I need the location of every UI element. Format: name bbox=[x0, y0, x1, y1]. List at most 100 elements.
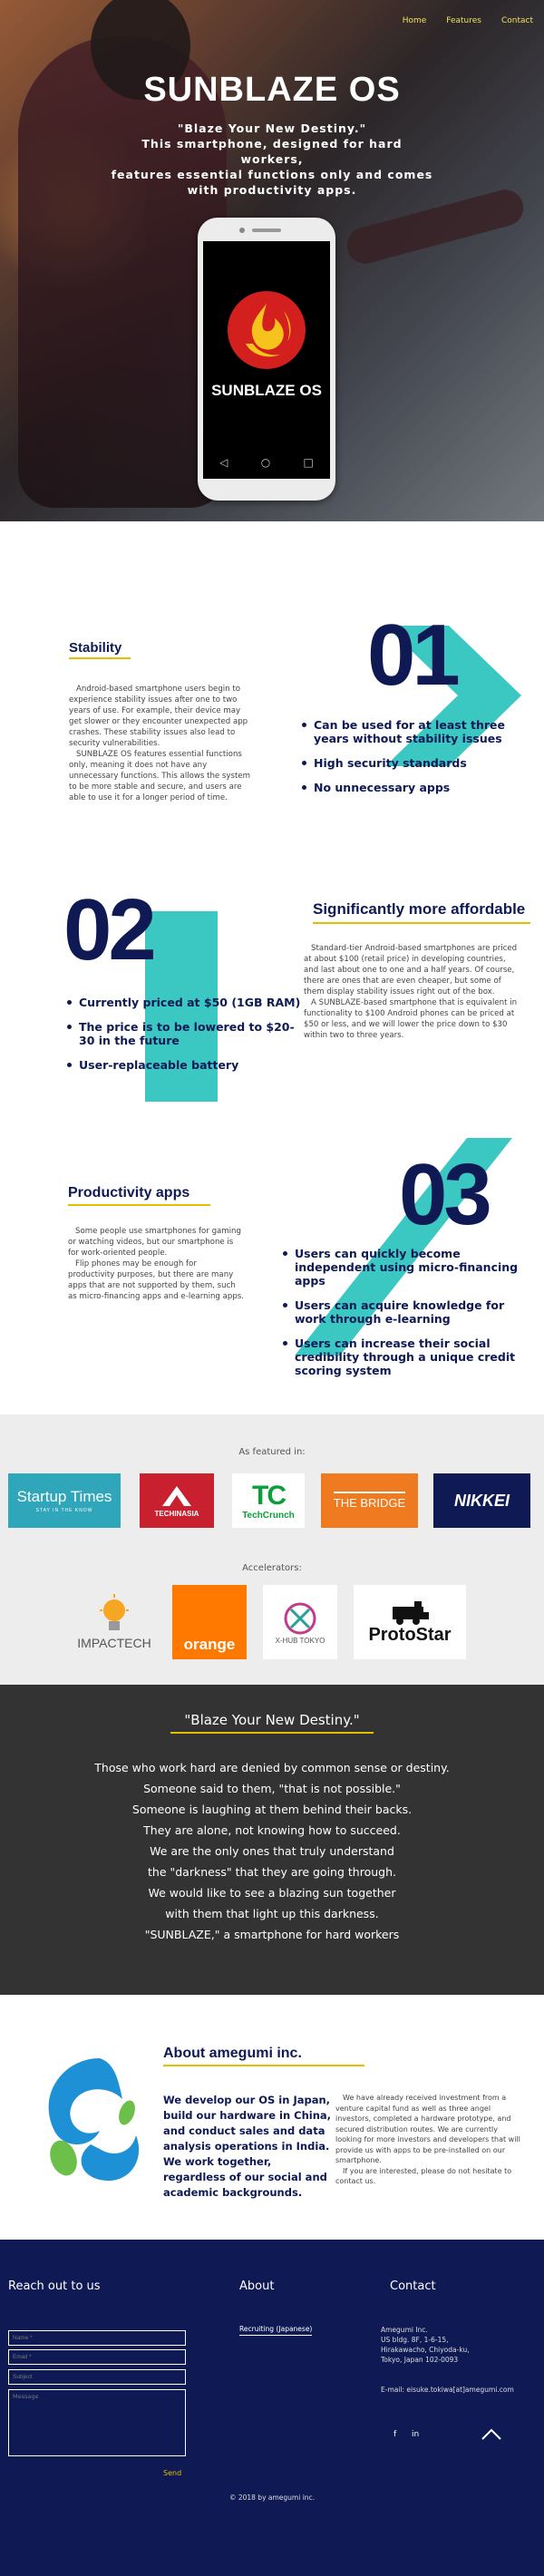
page: Home Features Contact SUNBLAZE OS "Blaze… bbox=[0, 0, 544, 2576]
subject-input[interactable] bbox=[8, 2369, 186, 2385]
phone-camera bbox=[239, 228, 245, 233]
message-textarea[interactable] bbox=[8, 2389, 186, 2456]
back-icon: ◁ bbox=[219, 456, 228, 469]
contact-email[interactable]: E-mail: eisuke.tokiwa[at]amegumi.com bbox=[381, 2385, 514, 2395]
list-item: No unnecessary apps bbox=[302, 781, 520, 794]
list-item: Users can quickly become independent usi… bbox=[283, 1247, 528, 1288]
address-line: Hirakawacho, Chiyoda-ku, bbox=[381, 2346, 470, 2354]
techinasia-mark-icon bbox=[162, 1485, 191, 1506]
affordable-section: 02 Significantly more affordable Standar… bbox=[0, 843, 544, 1102]
nav-features[interactable]: Features bbox=[446, 16, 481, 25]
stability-section: 01 Stability Android-based smartphone us… bbox=[0, 521, 544, 821]
feature-list: Can be used for at least three years wit… bbox=[302, 718, 520, 805]
impactech-logo[interactable]: IMPACTECH bbox=[69, 1585, 160, 1659]
reach-out-title: Reach out to us bbox=[8, 2280, 101, 2293]
section-title: Stability bbox=[69, 640, 122, 656]
name-input[interactable] bbox=[8, 2330, 186, 2346]
poem-line: the "darkness" that they are going throu… bbox=[148, 1865, 396, 1879]
list-item: Users can increase their social credibil… bbox=[283, 1337, 528, 1377]
about-summary: We develop our OS in Japan, build our ha… bbox=[163, 2094, 332, 2199]
tc-mark-icon: TC bbox=[252, 1480, 287, 1511]
list-item: Currently priced at $50 (1GB RAM) bbox=[67, 996, 303, 1009]
paragraph: Standard-tier Android-based smartphones … bbox=[304, 944, 518, 996]
about-section: About amegumi inc. We develop our OS in … bbox=[0, 1995, 544, 2240]
send-button[interactable]: Send bbox=[163, 2469, 181, 2477]
recruiting-link[interactable]: Recruiting (Japanese) bbox=[239, 2325, 313, 2336]
title-underline bbox=[68, 1204, 210, 1206]
copyright: © 2018 by amegumi inc. bbox=[228, 2493, 316, 2502]
train-icon bbox=[393, 1600, 429, 1625]
poem-line: Those who work hard are denied by common… bbox=[94, 1761, 450, 1774]
section-body: Standard-tier Android-based smartphones … bbox=[304, 943, 521, 1041]
poem-line: We are the only ones that truly understa… bbox=[150, 1844, 394, 1858]
featured-section: As featured in: Startup Times STAY IN TH… bbox=[0, 1414, 544, 1685]
title-underline bbox=[69, 657, 131, 659]
list-item: Users can acquire knowledge for work thr… bbox=[283, 1298, 528, 1326]
section-body: Android-based smartphone users begin to … bbox=[69, 684, 250, 803]
hero-line: with productivity apps. bbox=[187, 183, 357, 197]
amegumi-logo-icon bbox=[48, 2058, 140, 2181]
poem-line: They are alone, not knowing how to succe… bbox=[143, 1823, 401, 1837]
x-hub-tokyo-logo[interactable]: X-HUB TOKYO bbox=[263, 1585, 337, 1659]
section-title: Productivity apps bbox=[68, 1185, 190, 1201]
the-bridge-logo[interactable]: THE BRIDGE bbox=[321, 1473, 418, 1528]
techinasia-logo[interactable]: TECHINASIA bbox=[140, 1473, 214, 1528]
list-item: The price is to be lowered to $20-30 in … bbox=[67, 1020, 303, 1047]
linkedin-icon[interactable]: in bbox=[412, 2430, 419, 2439]
poem-line: with them that light up this darkness. bbox=[165, 1907, 379, 1920]
paragraph: Android-based smartphone users begin to … bbox=[69, 685, 248, 748]
about-body: We have already received investment from… bbox=[335, 2093, 526, 2187]
address-line: Amegumi Inc. bbox=[381, 2326, 428, 2334]
lightbulb-icon bbox=[100, 1594, 129, 1630]
paragraph: SUNBLAZE OS features essential functions… bbox=[69, 750, 250, 802]
hero-subtitle: "Blaze Your New Destiny." This smartphon… bbox=[109, 121, 435, 198]
hero-tagline: "Blaze Your New Destiny." bbox=[177, 122, 367, 135]
nav-home[interactable]: Home bbox=[403, 16, 427, 25]
email-input[interactable] bbox=[8, 2349, 186, 2365]
title-underline bbox=[163, 2065, 364, 2066]
footer: Reach out to us Send About Recruiting (J… bbox=[0, 2240, 544, 2576]
scroll-to-top-icon[interactable] bbox=[481, 2428, 502, 2441]
quote-poem: Those who work hard are denied by common… bbox=[0, 1757, 544, 1945]
recents-icon: □ bbox=[303, 456, 314, 469]
facebook-icon[interactable]: f bbox=[393, 2430, 396, 2439]
poem-line: Someone said to them, "that is not possi… bbox=[143, 1782, 401, 1795]
hero-section: Home Features Contact SUNBLAZE OS "Blaze… bbox=[0, 0, 544, 521]
sunblaze-logo-icon bbox=[228, 291, 306, 369]
phone-speaker bbox=[252, 228, 281, 232]
protostar-logo[interactable]: ProtoStar bbox=[354, 1585, 466, 1659]
about-footer-title: About bbox=[239, 2280, 275, 2293]
nav-contact[interactable]: Contact bbox=[501, 16, 533, 25]
home-icon: ○ bbox=[260, 456, 271, 469]
featured-label: As featured in: bbox=[238, 1447, 306, 1457]
list-item: User-replaceable battery bbox=[67, 1058, 303, 1072]
poem-line: We would like to see a blazing sun toget… bbox=[148, 1886, 396, 1900]
section-number: 03 bbox=[399, 1146, 492, 1243]
hero-line: This smartphone, designed for hard worke… bbox=[141, 137, 403, 166]
section-title: Significantly more affordable bbox=[313, 900, 526, 918]
list-item: Can be used for at least three years wit… bbox=[302, 718, 520, 745]
feature-list: Currently priced at $50 (1GB RAM) The pr… bbox=[67, 996, 303, 1083]
paragraph: Flip phones may be enough for productivi… bbox=[68, 1259, 244, 1301]
startup-times-logo[interactable]: Startup Times STAY IN THE KNOW bbox=[8, 1473, 121, 1528]
x-hub-mark-icon bbox=[284, 1602, 316, 1634]
contact-title: Contact bbox=[390, 2280, 436, 2293]
techcrunch-logo[interactable]: TC TechCrunch bbox=[232, 1473, 305, 1528]
list-item: High security standards bbox=[302, 756, 520, 770]
nikkei-logo[interactable]: NIKKEI bbox=[433, 1473, 530, 1528]
section-body: Some people use smartphones for gaming o… bbox=[68, 1226, 245, 1302]
paragraph: If you are interested, please do not hes… bbox=[335, 2166, 512, 2186]
top-nav: Home Features Contact bbox=[403, 16, 533, 25]
about-title: About amegumi inc. bbox=[163, 2046, 302, 2061]
phone-image: SUNBLAZE OS ◁ ○ □ bbox=[198, 218, 335, 501]
phone-logo-text: SUNBLAZE OS bbox=[211, 382, 322, 399]
section-number: 02 bbox=[63, 881, 157, 978]
hero-line: features essential functions only and co… bbox=[111, 168, 433, 181]
address-line: Tokyo, Japan 102-0093 bbox=[381, 2356, 459, 2364]
feature-list: Users can quickly become independent usi… bbox=[283, 1247, 528, 1388]
address-line: US bldg. 8F, 1-6-15, bbox=[381, 2336, 449, 2344]
accelerators-label: Accelerators: bbox=[242, 1563, 302, 1573]
orange-logo[interactable]: orange bbox=[172, 1585, 247, 1659]
title-underline bbox=[313, 922, 530, 924]
section-number: 01 bbox=[367, 607, 461, 704]
